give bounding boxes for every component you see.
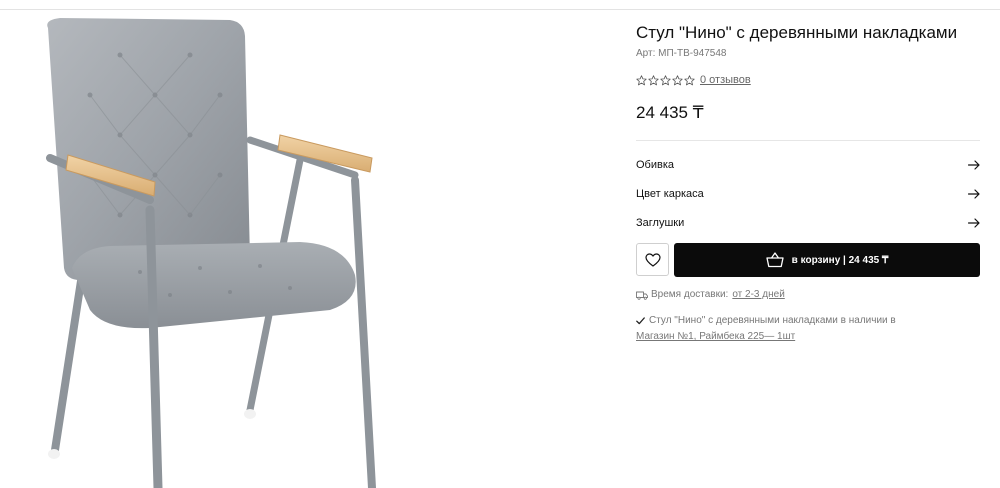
- product-image[interactable]: [0, 10, 600, 488]
- add-to-favorites-button[interactable]: [636, 243, 669, 276]
- delivery-label: Время доставки:: [651, 289, 729, 300]
- sku-value: МП-ТВ-947548: [658, 48, 727, 59]
- star-icon: [684, 74, 695, 85]
- option-label: Обивка: [636, 158, 675, 171]
- truck-icon: [636, 291, 648, 300]
- section-divider: [636, 140, 980, 141]
- arrow-right-icon: [968, 159, 980, 170]
- product-sku: Арт: МП-ТВ-947548: [636, 47, 980, 61]
- store-availability-link[interactable]: Магазин №1, Раймбека 225— 1шт: [636, 329, 795, 345]
- add-to-cart-label: в корзину | 24 435 ₸: [791, 254, 889, 266]
- star-icon: [660, 74, 671, 85]
- add-to-cart-button[interactable]: в корзину | 24 435 ₸: [674, 243, 980, 277]
- reviews-link[interactable]: 0 отзывов: [700, 74, 751, 86]
- option-label: Заглушки: [636, 216, 685, 229]
- chair-illustration: [46, 18, 376, 488]
- option-upholstery[interactable]: Обивка: [636, 150, 980, 179]
- star-icon: [672, 74, 683, 85]
- stock-info: Стул "Нино" с деревянными накладками в н…: [636, 313, 980, 345]
- arrow-right-icon: [968, 217, 980, 228]
- star-icon: [648, 74, 659, 85]
- option-frame-color[interactable]: Цвет каркаса: [636, 179, 980, 208]
- basket-icon: [766, 252, 784, 268]
- delivery-info: Время доставки: от 2-3 дней: [636, 288, 980, 302]
- sku-label: Арт:: [636, 48, 656, 59]
- check-icon: [636, 317, 645, 325]
- rating-stars: [636, 74, 695, 86]
- star-icon: [636, 74, 647, 85]
- heart-icon: [644, 252, 661, 267]
- option-label: Цвет каркаса: [636, 187, 704, 200]
- arrow-right-icon: [968, 188, 980, 199]
- product-title: Стул "Нино" с деревянными накладками: [636, 23, 958, 42]
- rating-row: 0 отзывов: [636, 72, 980, 88]
- purchase-actions: в корзину | 24 435 ₸: [636, 243, 980, 277]
- option-caps[interactable]: Заглушки: [636, 208, 980, 237]
- product-options: Обивка Цвет каркаса Заглушки: [636, 150, 980, 237]
- stock-text: Стул "Нино" с деревянными накладками в н…: [649, 315, 896, 326]
- delivery-time-link[interactable]: от 2-3 дней: [732, 288, 784, 302]
- product-info-panel: Стул "Нино" с деревянными накладками Арт…: [636, 22, 980, 345]
- product-price: 24 435 ₸: [636, 103, 704, 122]
